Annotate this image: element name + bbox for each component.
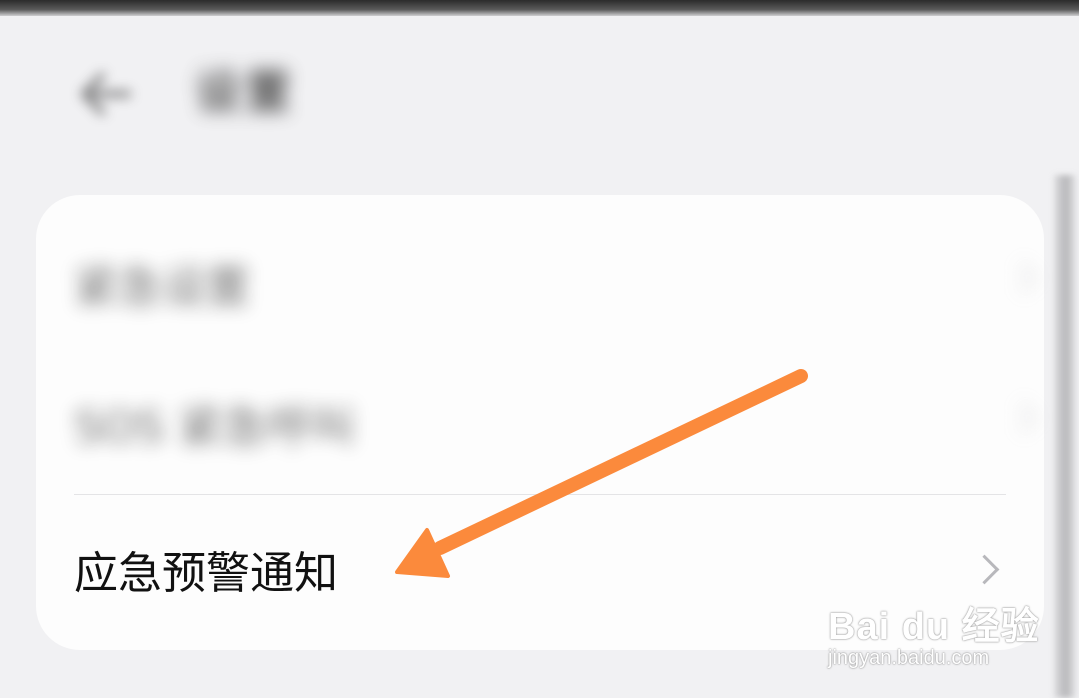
baidu-jingyan-watermark: Bai du 经验 jingyan.baidu.com xyxy=(828,585,1039,680)
settings-screen: 设置 紧急设置 SOS 紧急呼叫 应急预警通知 Bai du 经验 jingya… xyxy=(0,0,1079,698)
chevron-right-icon xyxy=(969,554,1000,585)
list-item-label: 应急预警通知 xyxy=(74,548,338,599)
list-item-sos[interactable]: SOS 紧急呼叫 xyxy=(36,345,1044,485)
scrollbar[interactable] xyxy=(1054,175,1076,698)
settings-list-card: 紧急设置 SOS 紧急呼叫 应急预警通知 xyxy=(36,195,1044,650)
chevron-right-icon xyxy=(1006,262,1037,293)
watermark-url: jingyan.baidu.com xyxy=(828,647,990,669)
list-divider xyxy=(74,494,1006,495)
page-title: 设置 xyxy=(195,65,295,119)
chevron-right-icon xyxy=(1006,402,1037,433)
list-item-label: SOS 紧急呼叫 xyxy=(74,402,355,453)
list-item-label: 紧急设置 xyxy=(74,262,250,313)
watermark-logo: Bai du 经验 xyxy=(828,606,1040,648)
back-arrow-icon[interactable] xyxy=(70,64,140,124)
list-item-emergency-settings[interactable]: 紧急设置 xyxy=(36,205,1044,345)
status-bar xyxy=(0,0,1079,16)
app-header: 设置 xyxy=(0,16,1079,166)
